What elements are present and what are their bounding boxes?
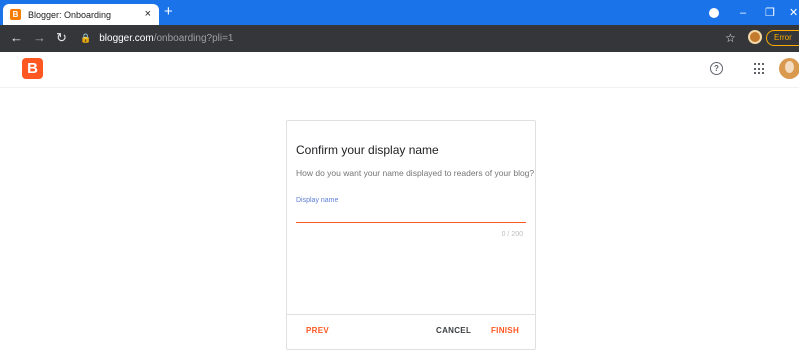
url-host: blogger.com — [99, 32, 154, 44]
address-bar[interactable]: 🔒 blogger.com /onboarding?pli=1 — [80, 29, 720, 47]
new-tab-icon[interactable]: + — [164, 4, 173, 20]
char-counter: 0 / 200 — [501, 231, 523, 238]
finish-button[interactable]: FINISH — [491, 326, 519, 335]
blogger-logo[interactable]: B — [22, 58, 43, 79]
display-name-label: Display name — [296, 197, 339, 204]
app-header: B ? — [0, 52, 799, 88]
minimize-icon[interactable]: – — [740, 6, 746, 20]
help-icon[interactable]: ? — [710, 62, 723, 75]
chrome-extension-icon[interactable] — [709, 8, 719, 18]
error-chip[interactable]: Error — [766, 30, 799, 46]
restore-icon[interactable]: ❐ — [765, 6, 775, 20]
reload-icon[interactable]: ↻ — [56, 30, 67, 46]
prev-button[interactable]: PREV — [306, 326, 329, 335]
account-avatar[interactable] — [779, 58, 799, 79]
profile-avatar-small[interactable] — [748, 30, 762, 44]
dialog-title: Confirm your display name — [296, 143, 439, 157]
browser-tab[interactable]: B Blogger: Onboarding × — [3, 4, 159, 25]
url-path: /onboarding?pli=1 — [153, 32, 234, 44]
apps-grid-icon[interactable] — [754, 63, 766, 75]
display-name-input[interactable] — [296, 205, 526, 223]
tab-title: Blogger: Onboarding — [28, 9, 112, 20]
star-icon[interactable]: ☆ — [725, 30, 736, 46]
onboarding-dialog: Confirm your display name How do you wan… — [286, 120, 536, 350]
back-arrow-icon[interactable]: ← — [10, 30, 23, 46]
browser-titlebar: B Blogger: Onboarding × + – ❐ ✕ — [0, 0, 799, 25]
forward-arrow-icon[interactable]: → — [33, 30, 46, 46]
dialog-description: How do you want your name displayed to r… — [296, 168, 535, 178]
dialog-divider — [287, 314, 535, 315]
window-close-icon[interactable]: ✕ — [789, 6, 798, 20]
tab-close-icon[interactable]: × — [145, 7, 151, 21]
cancel-button[interactable]: CANCEL — [436, 326, 471, 335]
browser-toolbar: ← → ↻ 🔒 blogger.com /onboarding?pli=1 ☆ … — [0, 25, 799, 52]
blogger-favicon-icon: B — [10, 9, 21, 20]
lock-icon: 🔒 — [80, 32, 92, 43]
